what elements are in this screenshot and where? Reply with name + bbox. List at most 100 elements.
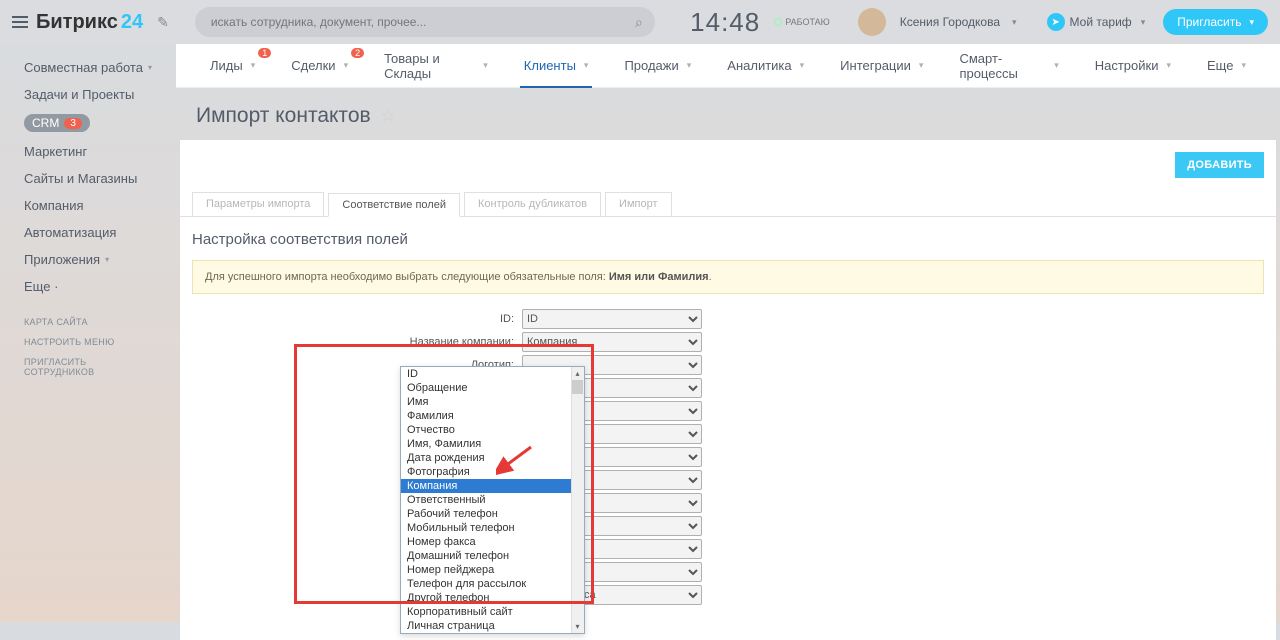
- chevron-down-icon: ▾: [105, 255, 109, 264]
- field-row: ID:ID: [292, 308, 1264, 330]
- tab-badge: 2: [351, 48, 364, 58]
- dropdown-option[interactable]: Телефон для рассылок: [401, 577, 584, 591]
- work-status[interactable]: РАБОТАЮ: [774, 17, 830, 27]
- dropdown-option[interactable]: Номер пейджера: [401, 563, 584, 577]
- dropdown-option[interactable]: Имя: [401, 395, 584, 409]
- tabs-bar: Лиды▾1 Сделки▾2 Товары и Склады▾ Клиенты▾ Пр…: [176, 44, 1280, 88]
- dropdown-option[interactable]: Номер факса: [401, 535, 584, 549]
- tariff-button[interactable]: ➤ Мой тариф ▾: [1047, 13, 1146, 31]
- scroll-up-icon[interactable]: ▴: [571, 367, 584, 380]
- dropdown-option[interactable]: Дата рождения: [401, 451, 584, 465]
- sidebar-invite[interactable]: ПРИГЛАСИТЬ СОТРУДНИКОВ: [0, 352, 176, 382]
- topbar: Битрикс 24 ✎ ⌕ 14:48 РАБОТАЮ Ксения Горо…: [0, 0, 1280, 44]
- dropdown-option[interactable]: Ответственный: [401, 493, 584, 507]
- tab-7[interactable]: Смарт-процессы▾: [949, 44, 1068, 88]
- field-select-0[interactable]: ID: [522, 309, 702, 329]
- company-dropdown-list[interactable]: ▴ ▾ IDОбращениеИмяФамилияОтчествоИмя, Фа…: [400, 366, 585, 634]
- section-title: Настройка соответствия полей: [192, 231, 1264, 248]
- step-tab-1[interactable]: Соответствие полей: [328, 193, 460, 217]
- invite-button[interactable]: Пригласить ▾: [1163, 9, 1268, 35]
- sidebar-item-automation[interactable]: Автоматизация: [0, 219, 176, 246]
- crm-count-badge: 3: [64, 118, 82, 129]
- dropdown-option[interactable]: Личная страница: [401, 619, 584, 633]
- content-card: ДОБАВИТЬ Параметры импортаСоответствие п…: [180, 140, 1276, 640]
- step-tab-2[interactable]: Контроль дубликатов: [464, 192, 601, 216]
- add-button[interactable]: ДОБАВИТЬ: [1175, 152, 1264, 178]
- field-select-1[interactable]: Компания: [522, 332, 702, 352]
- clock: 14:48: [690, 7, 760, 38]
- sidebar-sitemap[interactable]: КАРТА САЙТА: [0, 312, 176, 332]
- pencil-icon[interactable]: ✎: [157, 14, 169, 31]
- chevron-down-icon: ▾: [483, 60, 488, 71]
- chevron-down-icon: ▾: [919, 60, 924, 71]
- sidebar-item-collab[interactable]: Совместная работа▾: [0, 54, 176, 81]
- dropdown-option[interactable]: Домашний телефон: [401, 549, 584, 563]
- step-tabs: Параметры импортаСоответствие полейКонтр…: [180, 188, 1276, 216]
- dropdown-option[interactable]: ID: [401, 367, 584, 381]
- step-tab-3[interactable]: Импорт: [605, 192, 671, 216]
- chevron-down-icon: ▾: [1141, 17, 1146, 28]
- chevron-down-icon: ▾: [1054, 60, 1059, 71]
- chevron-down-icon: ▾: [344, 60, 349, 71]
- chevron-down-icon: ▾: [687, 60, 692, 71]
- sidebar-item-marketing[interactable]: Маркетинг: [0, 138, 176, 165]
- main: Лиды▾1 Сделки▾2 Товары и Склады▾ Клиенты▾ Пр…: [176, 44, 1280, 622]
- chevron-down-icon: ▾: [584, 60, 589, 71]
- tab-2[interactable]: Товары и Склады▾: [374, 44, 498, 88]
- tab-5[interactable]: Аналитика▾: [717, 44, 814, 88]
- step-body: Настройка соответствия полей Для успешно…: [180, 216, 1276, 626]
- star-icon[interactable]: ☆: [381, 106, 395, 126]
- field-grid: ID:IDНазвание компании:КомпанияЛоготип:Т…: [192, 308, 1264, 606]
- field-label: Название компании:: [292, 336, 522, 348]
- dropdown-option[interactable]: Фотография: [401, 465, 584, 479]
- sidebar-config-menu[interactable]: НАСТРОИТЬ МЕНЮ: [0, 332, 176, 352]
- dropdown-option[interactable]: Имя, Фамилия: [401, 437, 584, 451]
- warning-banner: Для успешного импорта необходимо выбрать…: [192, 260, 1264, 294]
- tab-8[interactable]: Настройки▾: [1085, 44, 1181, 88]
- logo-suffix: 24: [121, 11, 143, 34]
- page-title: Импорт контактов: [196, 104, 371, 128]
- chevron-down-icon: ▾: [1249, 17, 1254, 28]
- sidebar-item-company[interactable]: Компания: [0, 192, 176, 219]
- avatar[interactable]: [858, 8, 886, 36]
- sidebar-item-sites[interactable]: Сайты и Магазины: [0, 165, 176, 192]
- dropdown-option[interactable]: Фамилия: [401, 409, 584, 423]
- chevron-down-icon: ▾: [1166, 60, 1171, 71]
- hamburger-icon[interactable]: [12, 16, 28, 28]
- sidebar-item-tasks[interactable]: Задачи и Проекты: [0, 81, 176, 108]
- search-icon[interactable]: ⌕: [635, 14, 643, 31]
- chevron-down-icon: ▾: [148, 63, 152, 72]
- step-tab-0[interactable]: Параметры импорта: [192, 192, 324, 216]
- page-title-row: Импорт контактов ☆: [176, 88, 1280, 136]
- chevron-down-icon[interactable]: ▾: [1012, 17, 1017, 28]
- dropdown-option[interactable]: Отчество: [401, 423, 584, 437]
- search-wrap: ⌕: [195, 7, 655, 37]
- sidebar-item-apps[interactable]: Приложения▾: [0, 246, 176, 273]
- rocket-icon: ➤: [1047, 13, 1065, 31]
- tab-9[interactable]: Еще▾: [1197, 44, 1256, 88]
- tab-4[interactable]: Продажи▾: [614, 44, 701, 88]
- dropdown-option[interactable]: Рабочий телефон: [401, 507, 584, 521]
- chevron-down-icon: ▾: [1241, 60, 1246, 71]
- chevron-down-icon: ▾: [251, 60, 256, 71]
- sidebar: Совместная работа▾ Задачи и Проекты CRM3…: [0, 44, 176, 622]
- tab-3[interactable]: Клиенты▾: [514, 44, 599, 88]
- logo-text: Битрикс: [36, 11, 118, 34]
- logo[interactable]: Битрикс 24: [36, 11, 143, 34]
- chevron-down-icon: ▾: [800, 60, 805, 71]
- scrollbar-thumb[interactable]: [572, 380, 583, 394]
- tab-1[interactable]: Сделки▾2: [281, 44, 358, 88]
- scrollbar-track[interactable]: ▴ ▾: [571, 367, 584, 633]
- dropdown-option[interactable]: Компания: [401, 479, 584, 493]
- tab-0[interactable]: Лиды▾1: [200, 44, 265, 88]
- tab-6[interactable]: Интеграции▾: [830, 44, 933, 88]
- field-label: ID:: [292, 313, 522, 325]
- dropdown-option[interactable]: Обращение: [401, 381, 584, 395]
- sidebar-item-crm[interactable]: CRM3: [0, 108, 176, 138]
- sidebar-item-more[interactable]: Еще ·: [0, 273, 176, 300]
- dropdown-option[interactable]: Другой телефон: [401, 591, 584, 605]
- dropdown-option[interactable]: Мобильный телефон: [401, 521, 584, 535]
- dropdown-option[interactable]: Корпоративный сайт: [401, 605, 584, 619]
- search-input[interactable]: [195, 7, 655, 37]
- user-name[interactable]: Ксения Городкова: [900, 15, 1000, 29]
